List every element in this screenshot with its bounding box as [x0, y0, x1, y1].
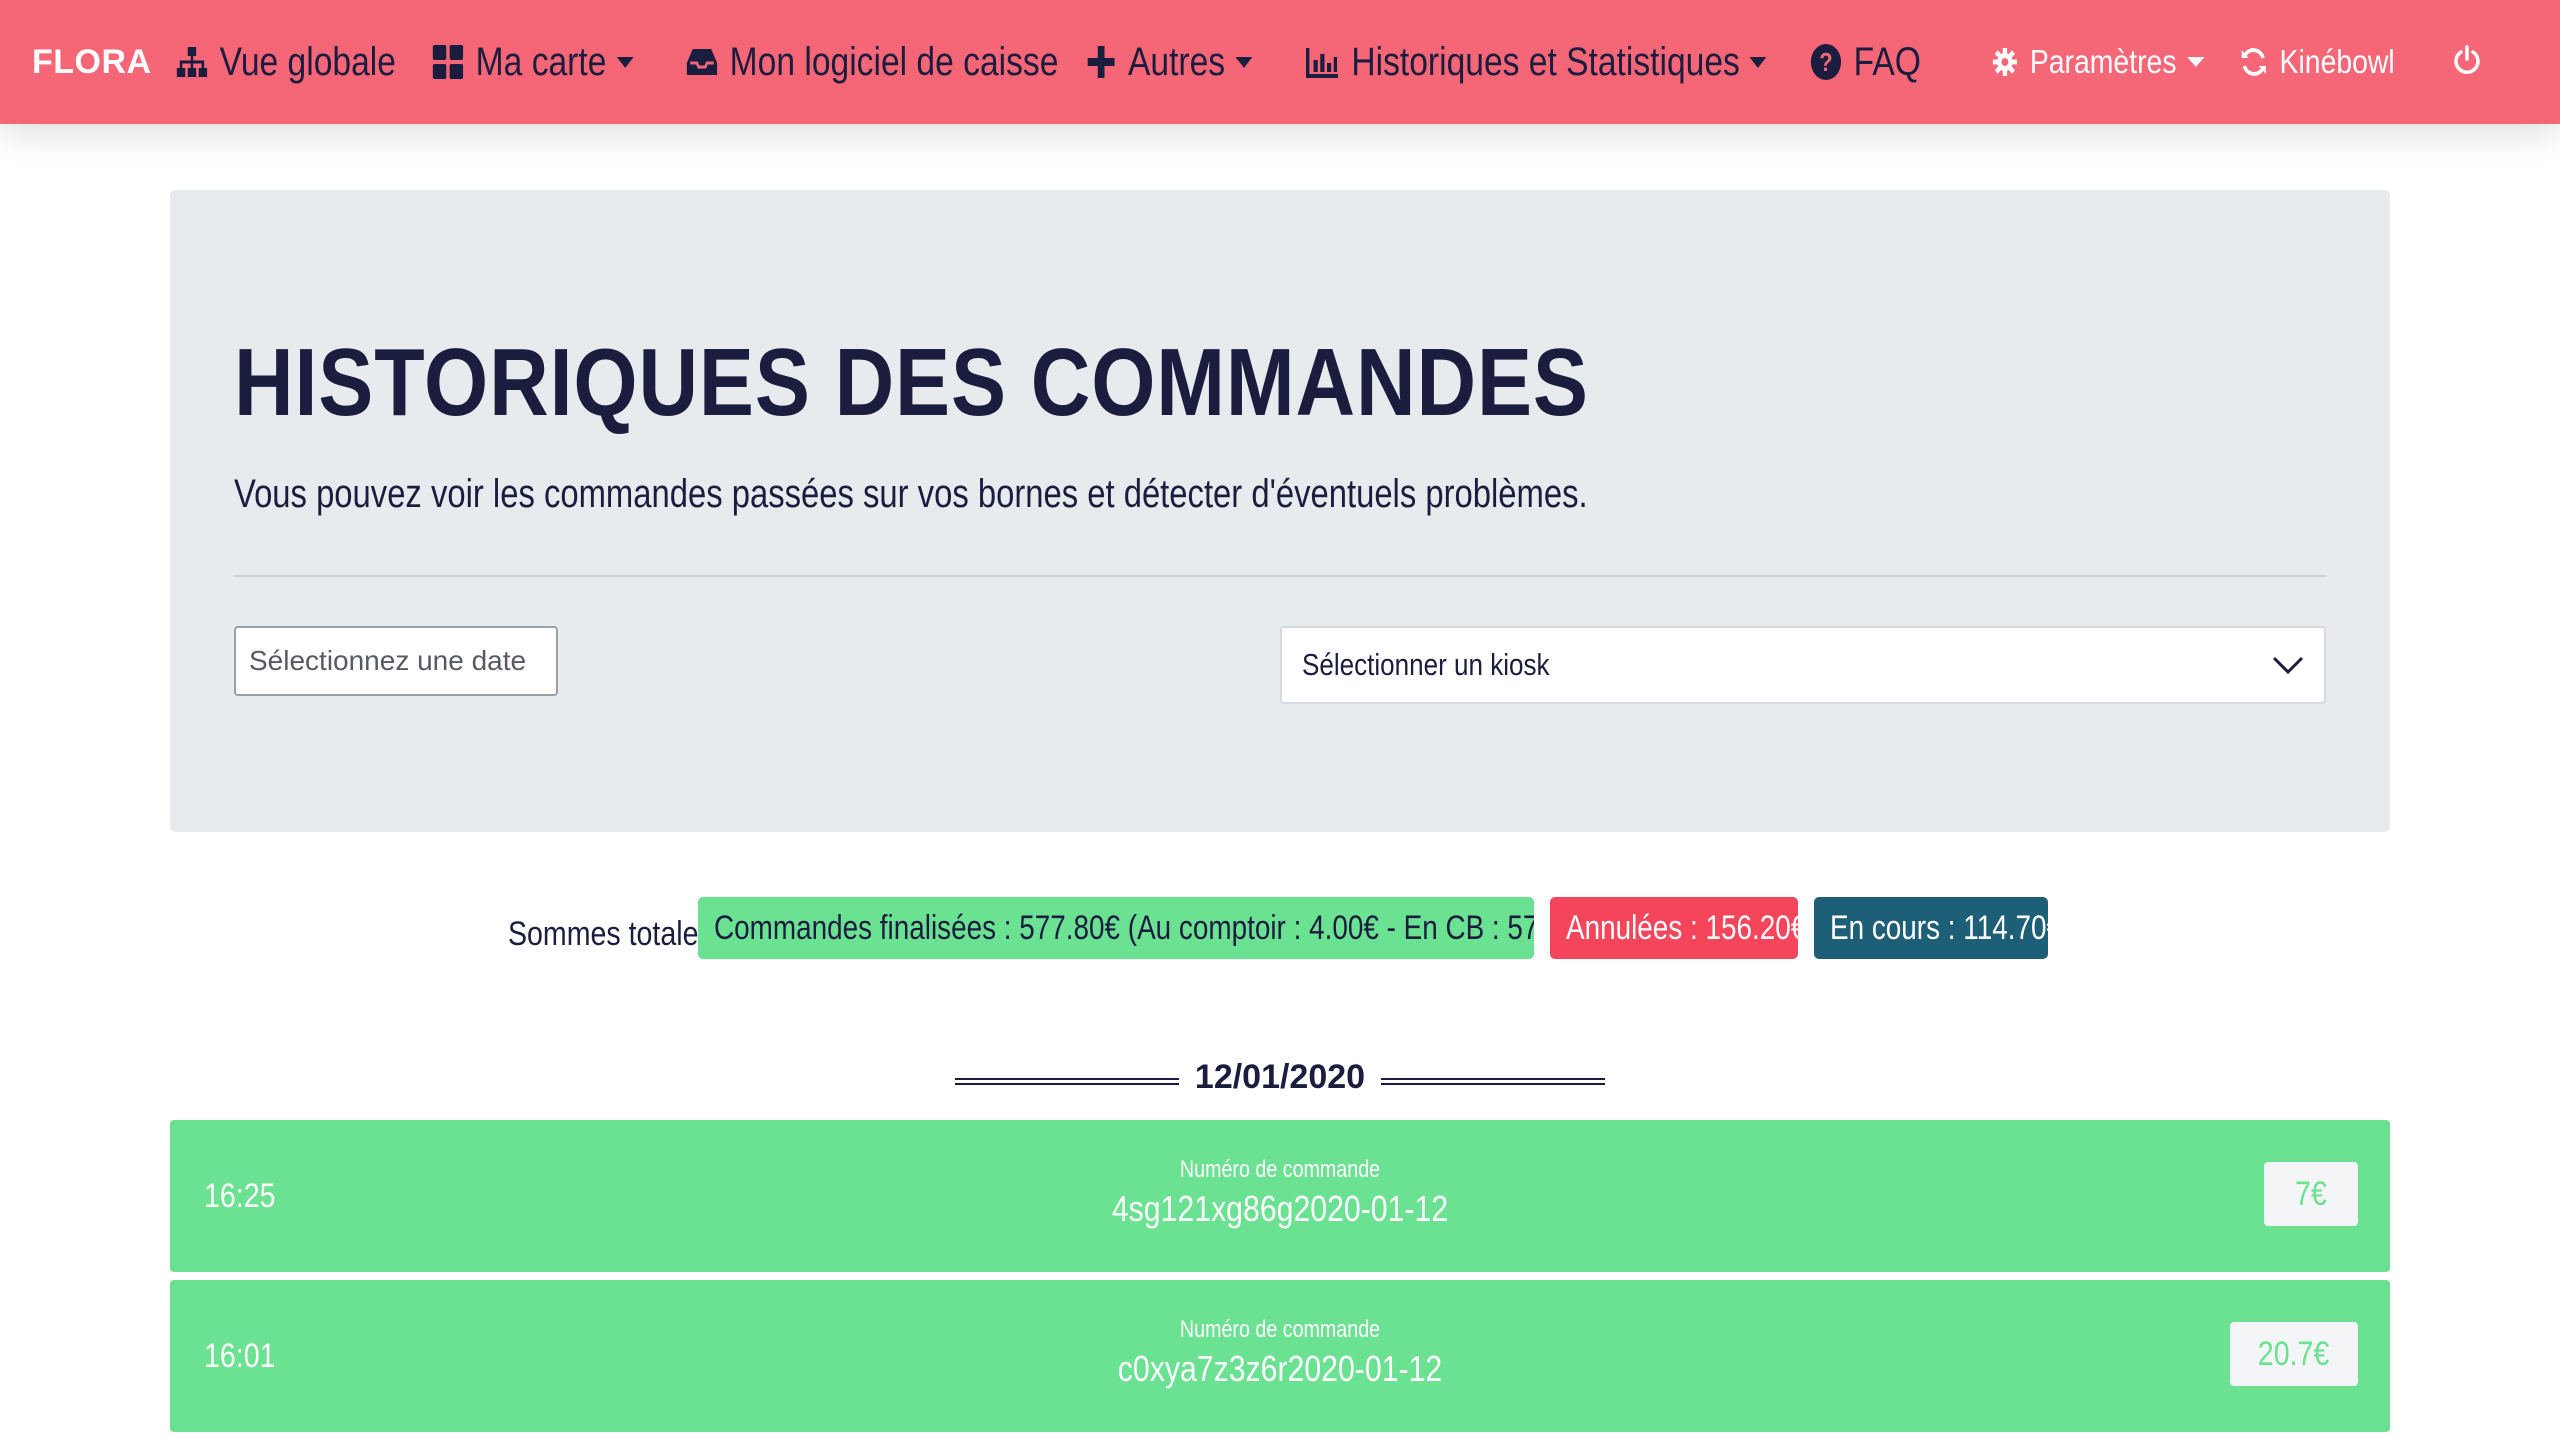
nav-label: Autres: [1128, 39, 1226, 84]
nav-label: Kinébowl: [2279, 43, 2395, 80]
nav-faq[interactable]: ? FAQ: [1810, 0, 1921, 124]
caret-down-icon: [1749, 56, 1767, 68]
divider: [234, 575, 2326, 577]
order-row[interactable]: 16:25 Numéro de commande 4sg121xg86g2020…: [170, 1120, 2390, 1272]
caret-down-icon: [2186, 57, 2205, 67]
plus-icon: [1086, 44, 1116, 80]
grid-icon: [432, 44, 464, 80]
kiosk-select-value: Sélectionner un kiosk: [1302, 647, 1550, 682]
caret-down-icon: [1235, 56, 1252, 68]
order-number: 4sg121xg86g2020-01-12: [1111, 1188, 1449, 1229]
order-price-badge: 7€: [2264, 1162, 2358, 1226]
nav-switch-restaurant[interactable]: Kinébowl: [2240, 0, 2395, 124]
in-progress-total-badge: En cours : 114.70€: [1814, 897, 2048, 959]
nav-label: Ma carte: [475, 39, 607, 84]
sync-icon: [2240, 46, 2268, 78]
nav-historiques[interactable]: Historiques et Statistiques: [1306, 0, 1767, 124]
order-price: 20.7€: [2258, 1334, 2330, 1373]
header-panel: HISTORIQUES DES COMMANDES Vous pouvez vo…: [170, 190, 2390, 832]
brand-logo[interactable]: FLORA: [32, 0, 152, 124]
nav-parametres[interactable]: Paramètres: [1992, 0, 2205, 124]
order-row[interactable]: 16:01 Numéro de commande c0xya7z3z6r2020…: [170, 1280, 2390, 1432]
question-circle-icon: ?: [1810, 43, 1842, 81]
order-info: Numéro de commande 4sg121xg86g2020-01-12: [170, 1156, 2390, 1230]
order-info: Numéro de commande c0xya7z3z6r2020-01-12: [170, 1316, 2390, 1390]
cancelled-total-badge: Annulées : 156.20€: [1550, 897, 1798, 959]
order-number-caption: Numéro de commande: [1179, 1156, 1381, 1183]
nav-label: Vue globale: [219, 39, 396, 84]
in-progress-total-text: En cours : 114.70€: [1830, 908, 2048, 947]
nav-vue-globale[interactable]: Vue globale: [176, 0, 396, 124]
svg-text:?: ?: [1819, 48, 1832, 77]
totals-label: Sommes totales: [508, 914, 713, 953]
page-subtitle: Vous pouvez voir les commandes passées s…: [234, 472, 1588, 516]
nav-label: Mon logiciel de caisse: [729, 39, 1059, 84]
kiosk-select[interactable]: Sélectionner un kiosk: [1280, 626, 2326, 704]
nav-ma-carte[interactable]: Ma carte: [432, 0, 634, 124]
finalized-total-text: Commandes finalisées : 577.80€ (Au compt…: [714, 908, 1534, 947]
date-divider-right: [1381, 1078, 1605, 1085]
order-price: 7€: [2295, 1174, 2327, 1213]
nav-logiciel-caisse[interactable]: Mon logiciel de caisse: [686, 0, 1058, 124]
caret-down-icon: [616, 56, 634, 68]
date-picker-input[interactable]: [234, 626, 558, 696]
power-icon: [2452, 44, 2482, 80]
order-price-badge: 20.7€: [2230, 1322, 2358, 1386]
logout-button[interactable]: [2452, 0, 2482, 124]
cancelled-total-text: Annulées : 156.20€: [1566, 908, 1798, 947]
date-heading: 12/01/2020: [1194, 1058, 1366, 1096]
gear-icon: [1992, 47, 2018, 77]
order-number-caption: Numéro de commande: [1179, 1316, 1381, 1343]
finalized-total-badge: Commandes finalisées : 577.80€ (Au compt…: [698, 897, 1534, 959]
nav-label: Paramètres: [2029, 43, 2177, 80]
page-title: HISTORIQUES DES COMMANDES: [234, 329, 1589, 436]
order-number: c0xya7z3z6r2020-01-12: [1117, 1348, 1443, 1389]
top-navbar: FLORA Vue globale Ma carte Mon logiciel …: [0, 0, 2560, 124]
date-divider-left: [955, 1078, 1179, 1085]
nav-label: FAQ: [1853, 39, 1921, 84]
chevron-down-icon: [2272, 654, 2304, 681]
nav-label: Historiques et Statistiques: [1351, 39, 1740, 84]
sitemap-icon: [176, 45, 208, 79]
nav-autres[interactable]: Autres: [1086, 0, 1252, 124]
inbox-icon: [686, 47, 718, 77]
bar-chart-icon: [1306, 46, 1340, 78]
